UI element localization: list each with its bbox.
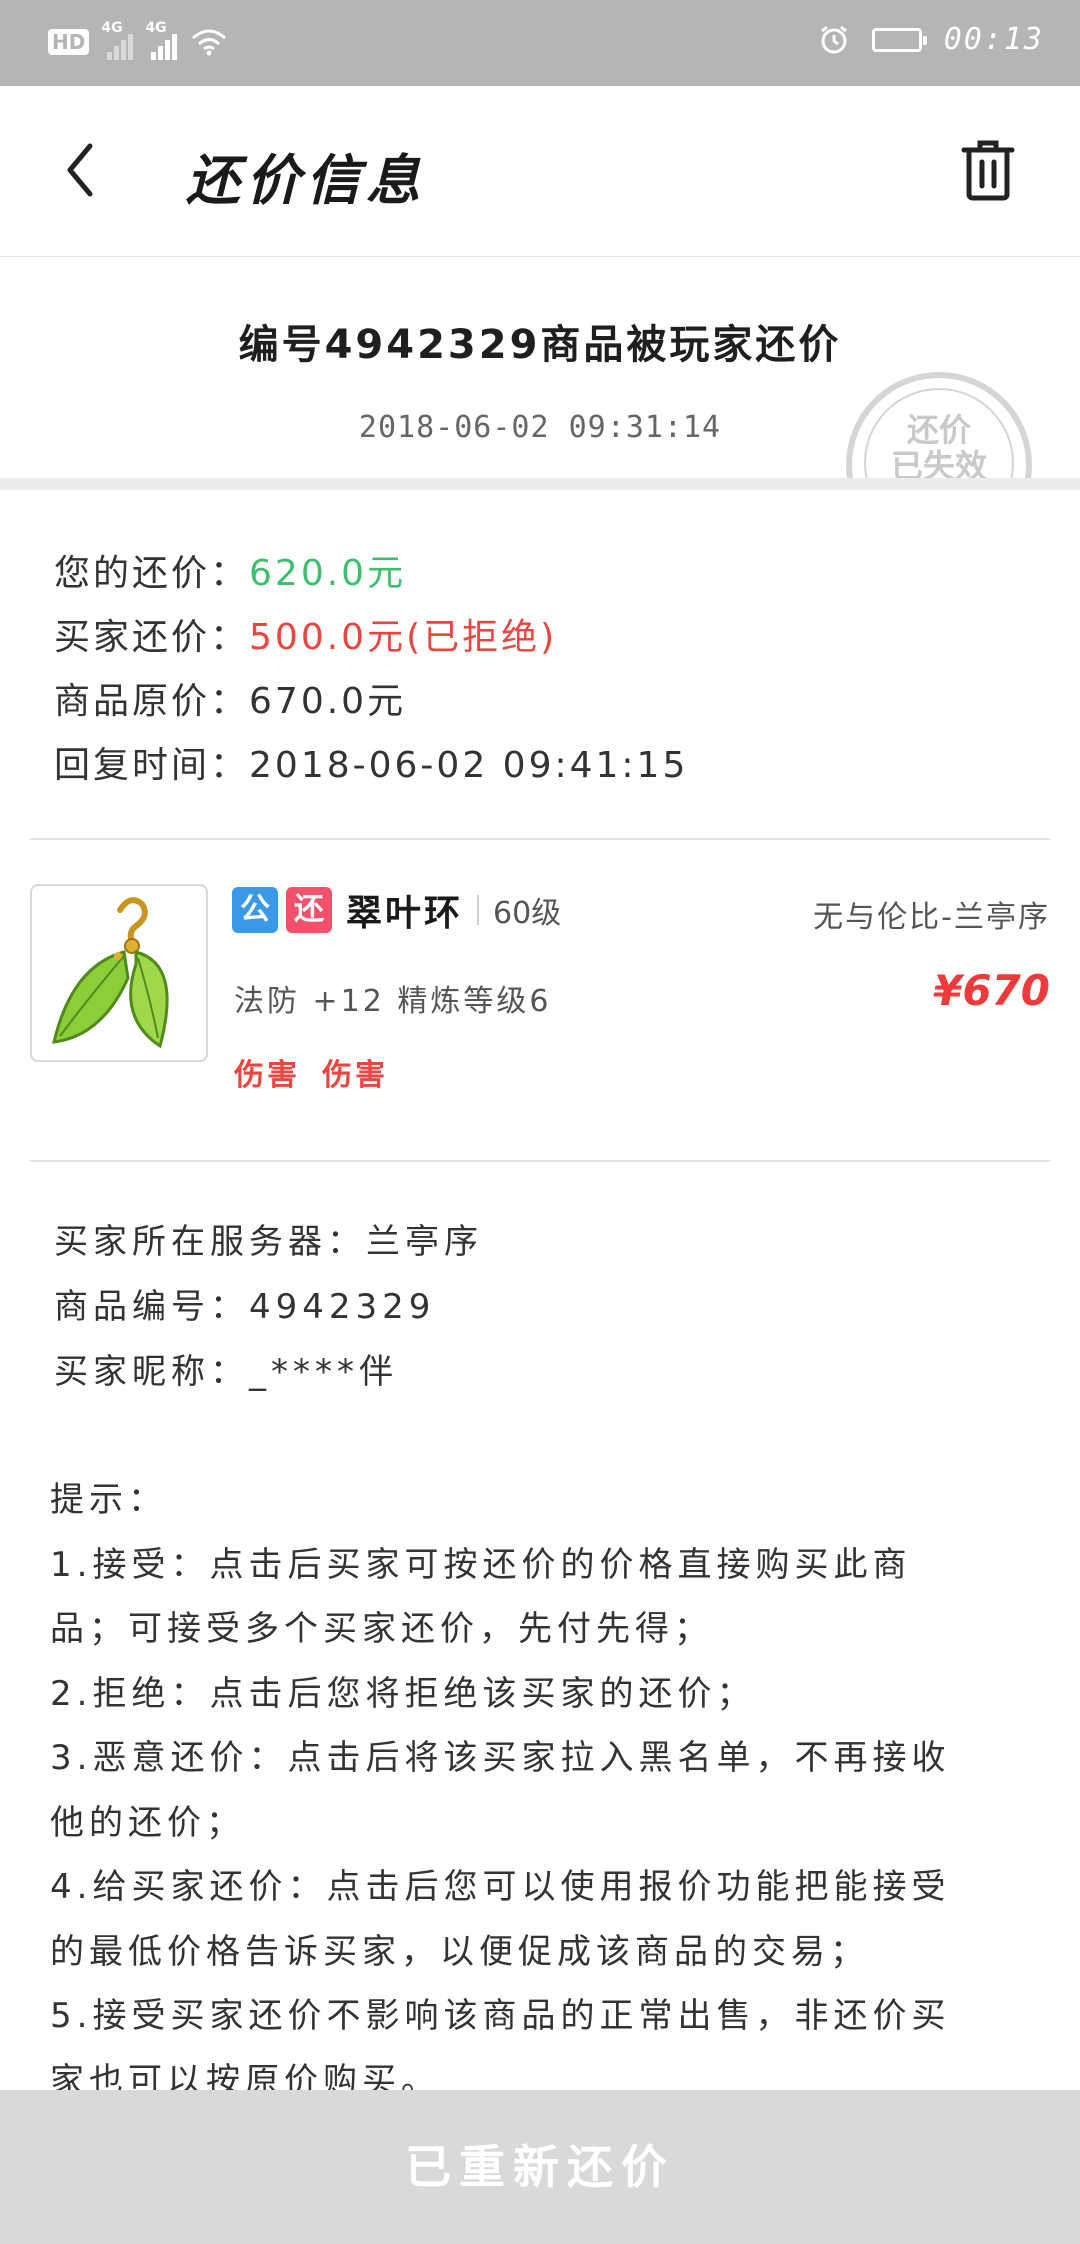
buyer-offer-label: 买家还价： xyxy=(54,617,250,658)
tip-line: 4.给买家还价：点击后您可以使用报价功能把能接受 xyxy=(50,1867,951,1907)
status-bar: HD 4G 4G 00:13 xyxy=(0,0,1080,86)
original-price-row: 商品原价：670.0元 xyxy=(54,670,688,734)
signal-icon: 4G xyxy=(101,20,134,60)
hd-icon: HD xyxy=(48,29,90,55)
offer-title: 编号4942329商品被玩家还价 xyxy=(238,322,842,368)
clock: 00:13 xyxy=(943,22,1044,57)
item-price: ¥670 xyxy=(933,966,1050,1015)
original-price-label: 商品原价： xyxy=(54,681,250,722)
your-offer-row: 您的还价：620.0元 xyxy=(54,542,688,606)
your-offer-value: 620.0元 xyxy=(249,553,407,594)
tip-line: 他的还价； xyxy=(50,1802,245,1843)
buyer-offer-row: 买家还价：500.0元(已拒绝) xyxy=(54,606,688,670)
buyer-info: 买家所在服务器：兰亭序 商品编号：4942329 买家昵称：_****伴 xyxy=(54,1210,483,1405)
page-title: 还价信息 xyxy=(186,149,426,212)
price-info: 您的还价：620.0元 买家还价：500.0元(已拒绝) 商品原价：670.0元… xyxy=(54,542,688,798)
reply-time-label: 回复时间： xyxy=(54,745,250,786)
app-header: 还价信息 xyxy=(0,86,1080,257)
item-name: 翠叶环 xyxy=(346,893,464,934)
tips-section: 提示： 1.接受：点击后买家可按还价的价格直接购买此商 品；可接受多个买家还价，… xyxy=(50,1468,1040,2113)
buyer-server: 买家所在服务器：兰亭序 xyxy=(54,1222,483,1262)
offer-summary: 编号4942329商品被玩家还价 2018-06-02 09:31:14 还价 … xyxy=(0,256,1080,478)
leaf-earring-icon xyxy=(52,897,169,1049)
buyer-offer-value: 500.0元(已拒绝) xyxy=(249,617,558,658)
status-right: 00:13 xyxy=(818,22,1044,57)
reply-time-value: 2018-06-02 09:41:15 xyxy=(249,745,689,786)
your-offer-label: 您的还价： xyxy=(54,553,250,594)
divider xyxy=(30,1160,1050,1162)
stamp-line1: 还价 xyxy=(906,411,971,449)
back-button[interactable] xyxy=(56,138,108,202)
tip-line: 3.恶意还价：点击后将该买家拉入黑名单，不再接收 xyxy=(50,1738,951,1778)
divider xyxy=(30,838,1050,840)
item-tags: 伤害 伤害 xyxy=(234,1050,388,1094)
item-thumbnail xyxy=(30,884,208,1062)
signal-icon: 4G xyxy=(145,20,178,60)
tip-line: 1.接受：点击后买家可按还价的价格直接购买此商 xyxy=(50,1544,912,1585)
item-tag: 伤害 xyxy=(234,1058,300,1093)
tip-line: 品；可接受多个买家还价，先付先得； xyxy=(50,1609,713,1649)
item-server: 无与伦比-兰亭序 xyxy=(813,900,1050,935)
wifi-icon xyxy=(192,29,227,56)
battery-icon xyxy=(871,27,927,52)
tip-line: 5.接受买家还价不影响该商品的正常出售，非还价买 xyxy=(50,1996,951,2036)
item-attributes: 法防 +12 精炼等级6 xyxy=(234,984,552,1019)
expired-stamp: 还价 已失效 xyxy=(846,372,1032,478)
trash-icon xyxy=(961,140,1015,201)
chevron-left-icon xyxy=(67,143,93,197)
network-type-label: 4G xyxy=(145,20,167,36)
tips-heading: 提示： xyxy=(50,1480,167,1520)
status-left: HD 4G 4G xyxy=(48,20,227,60)
public-badge: 公 xyxy=(232,887,278,933)
tip-line: 2.拒绝：点击后您将拒绝该买家的还价； xyxy=(50,1673,756,1714)
buyer-nickname: 买家昵称：_****伴 xyxy=(54,1352,398,1392)
alarm-icon xyxy=(820,25,847,53)
network-type-label: 4G xyxy=(101,20,123,36)
stamp-line2: 已失效 xyxy=(890,447,987,478)
counter-offer-badge: 还 xyxy=(286,887,332,933)
item-tag: 伤害 xyxy=(322,1058,388,1093)
item-level: 60级 xyxy=(493,896,562,931)
delete-button[interactable] xyxy=(960,138,1016,202)
product-id: 商品编号：4942329 xyxy=(54,1287,436,1327)
item-card[interactable]: 公 还 翠叶环 60级 无与伦比-兰亭序 法防 +12 精炼等级6 ¥670 伤… xyxy=(30,884,1050,1114)
section-divider xyxy=(0,478,1080,490)
item-title-line: 公 还 翠叶环 60级 xyxy=(232,884,561,936)
separator xyxy=(477,895,480,925)
re-offer-button[interactable]: 已重新还价 xyxy=(0,2090,1080,2244)
original-price-value: 670.0元 xyxy=(249,681,407,722)
reply-time-row: 回复时间：2018-06-02 09:41:15 xyxy=(54,734,688,798)
tip-line: 的最低价格告诉买家，以便促成该商品的交易； xyxy=(50,1931,869,1972)
